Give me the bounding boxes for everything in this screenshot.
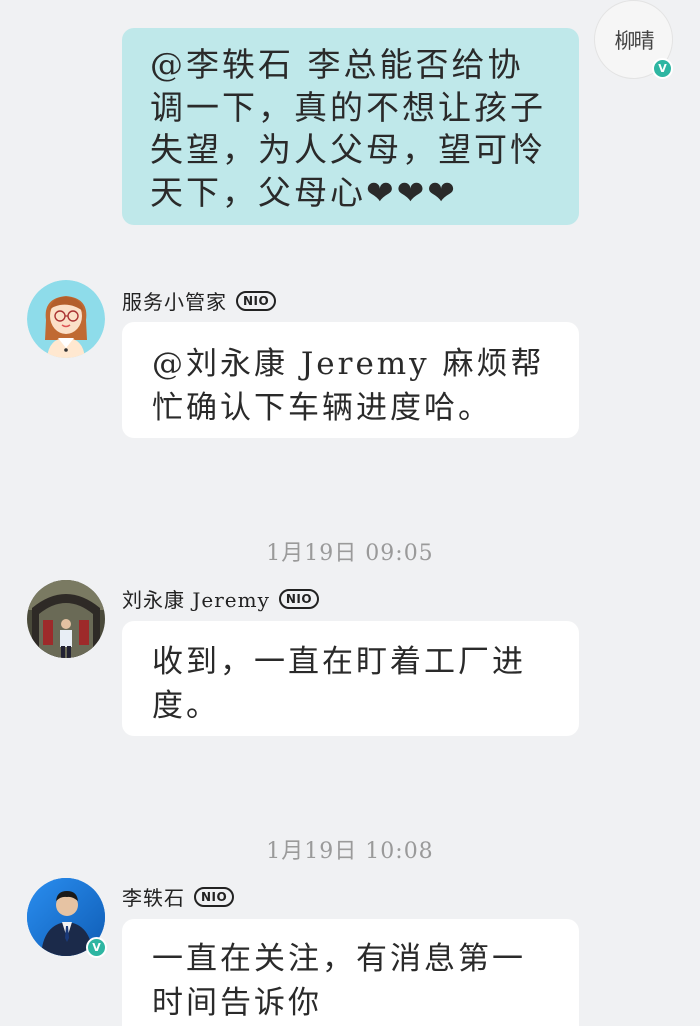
incoming-message-bubble[interactable]: @刘永康 Jeremy 麻烦帮忙确认下车辆进度哈。: [122, 322, 579, 438]
message-text: @刘永康 Jeremy 麻烦帮忙确认下车辆进度哈。: [152, 346, 545, 426]
sender-name-row: 服务小管家 NIO: [122, 286, 277, 315]
incoming-message-bubble[interactable]: 一直在关注，有消息第一时间告诉你: [122, 919, 579, 1026]
photo-avatar-icon: [27, 580, 105, 658]
nio-badge: NIO: [278, 588, 320, 609]
sender-name-row: 刘永康 Jeremy NIO: [122, 584, 320, 613]
message-text: 收到，一直在盯着工厂进度。: [152, 644, 526, 724]
outgoing-message-bubble[interactable]: @李轶石 李总能否给协调一下，真的不想让孩子失望，为人父母，望可怜天下，父母心❤…: [122, 28, 579, 225]
nio-badge: NIO: [194, 886, 235, 907]
verified-badge-icon: V: [86, 937, 107, 958]
sender-avatar-service[interactable]: [27, 280, 105, 358]
nio-badge: NIO: [236, 290, 277, 311]
timestamp: 1月19日 09:05: [266, 541, 434, 566]
verified-badge-icon: V: [652, 58, 673, 79]
sender-name-row: 李轶石 NIO: [122, 882, 235, 911]
sender-name: 服务小管家: [122, 290, 227, 314]
timestamp: 1月19日 10:08: [266, 839, 434, 864]
incoming-message-bubble[interactable]: 收到，一直在盯着工厂进度。: [122, 621, 579, 736]
outgoing-message-text: @李轶石 李总能否给协调一下，真的不想让孩子失望，为人父母，望可怜天下，父母心❤…: [150, 45, 546, 212]
message-text: 一直在关注，有消息第一时间告诉你: [152, 941, 526, 1021]
sender-name: 李轶石: [122, 886, 185, 910]
sender-name: 刘永康 Jeremy: [122, 588, 270, 612]
my-avatar-text: 柳晴: [614, 28, 655, 53]
cartoon-avatar-icon: [27, 280, 105, 358]
sender-avatar-jeremy[interactable]: [27, 580, 105, 658]
